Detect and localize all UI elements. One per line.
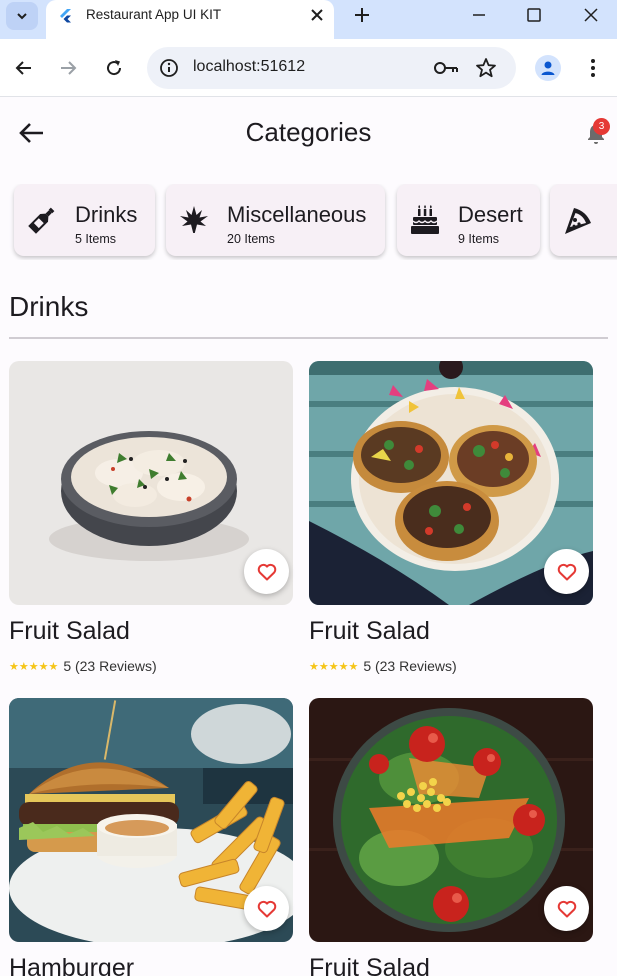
app-screen: Categories 3 Drinks 5 Items Miscellaneou… (0, 98, 617, 976)
flutter-icon (60, 9, 71, 23)
bookmark-star-icon[interactable] (475, 57, 497, 79)
browser-tab-bar: Restaurant App UI KIT (0, 0, 617, 39)
category-name: Drinks (75, 202, 138, 227)
category-card-pizza[interactable] (550, 184, 617, 256)
category-card-miscellaneous[interactable]: Miscellaneous 20 Items (166, 184, 385, 256)
category-name: Miscellaneous (227, 202, 367, 227)
maximize-icon[interactable] (523, 4, 545, 26)
food-rating: ★★★★★ 5 (23 Reviews) (309, 658, 457, 674)
reload-icon[interactable] (103, 57, 125, 79)
address-bar[interactable]: localhost:51612 (147, 47, 516, 89)
tab-title: Restaurant App UI KIT (86, 7, 222, 22)
heart-icon (257, 563, 276, 580)
category-count: 20 Items (227, 232, 275, 246)
category-name: Desert (458, 202, 523, 227)
favorite-button[interactable] (544, 886, 589, 931)
rating-stars-icon: ★★★★★ (309, 660, 359, 673)
rating-text: 5 (23 Reviews) (363, 658, 457, 674)
back-arrow-icon[interactable] (13, 57, 35, 79)
category-card-desert[interactable]: Desert 9 Items (397, 184, 540, 256)
password-key-icon[interactable] (433, 58, 459, 78)
heart-icon (257, 900, 276, 917)
food-name: Fruit Salad (309, 617, 430, 645)
notification-badge: 3 (593, 118, 610, 135)
food-name: Fruit Salad (309, 954, 430, 976)
more-vert-icon[interactable] (583, 56, 603, 80)
food-rating: ★★★★★ 5 (23 Reviews) (9, 658, 157, 674)
browser-toolbar: localhost:51612 (0, 39, 617, 97)
leaf-icon (180, 206, 208, 233)
category-card-drinks[interactable]: Drinks 5 Items (14, 184, 155, 256)
category-count: 5 Items (75, 232, 116, 246)
page-title: Categories (245, 117, 372, 147)
heart-icon (557, 900, 576, 917)
url-text[interactable]: localhost:51612 (193, 58, 305, 76)
browser-tab[interactable]: Restaurant App UI KIT (46, 0, 334, 39)
food-name: Hamburger (9, 954, 135, 976)
category-count: 9 Items (458, 232, 499, 246)
food-name: Fruit Salad (9, 617, 130, 645)
tab-list-button[interactable] (6, 2, 38, 30)
forward-arrow-icon[interactable] (57, 57, 79, 79)
bottle-icon (28, 207, 55, 234)
category-list: Drinks 5 Items Miscellaneous 20 Items De… (0, 184, 617, 260)
minimize-icon[interactable] (468, 4, 490, 26)
favorite-button[interactable] (244, 549, 289, 594)
close-icon[interactable] (308, 6, 326, 24)
section-title: Drinks (9, 291, 89, 322)
window-close-icon[interactable] (580, 4, 602, 26)
favorite-button[interactable] (244, 886, 289, 931)
person-icon (541, 61, 555, 75)
new-tab-icon[interactable] (350, 4, 374, 26)
favorite-button[interactable] (544, 549, 589, 594)
rating-text: 5 (23 Reviews) (63, 658, 157, 674)
cake-icon (411, 205, 439, 234)
profile-avatar[interactable] (535, 55, 561, 81)
info-icon[interactable] (159, 58, 179, 78)
chevron-down-icon (17, 13, 27, 20)
rating-stars-icon: ★★★★★ (9, 660, 59, 673)
heart-icon (557, 563, 576, 580)
section-divider (9, 337, 608, 339)
pizza-icon (565, 208, 591, 234)
